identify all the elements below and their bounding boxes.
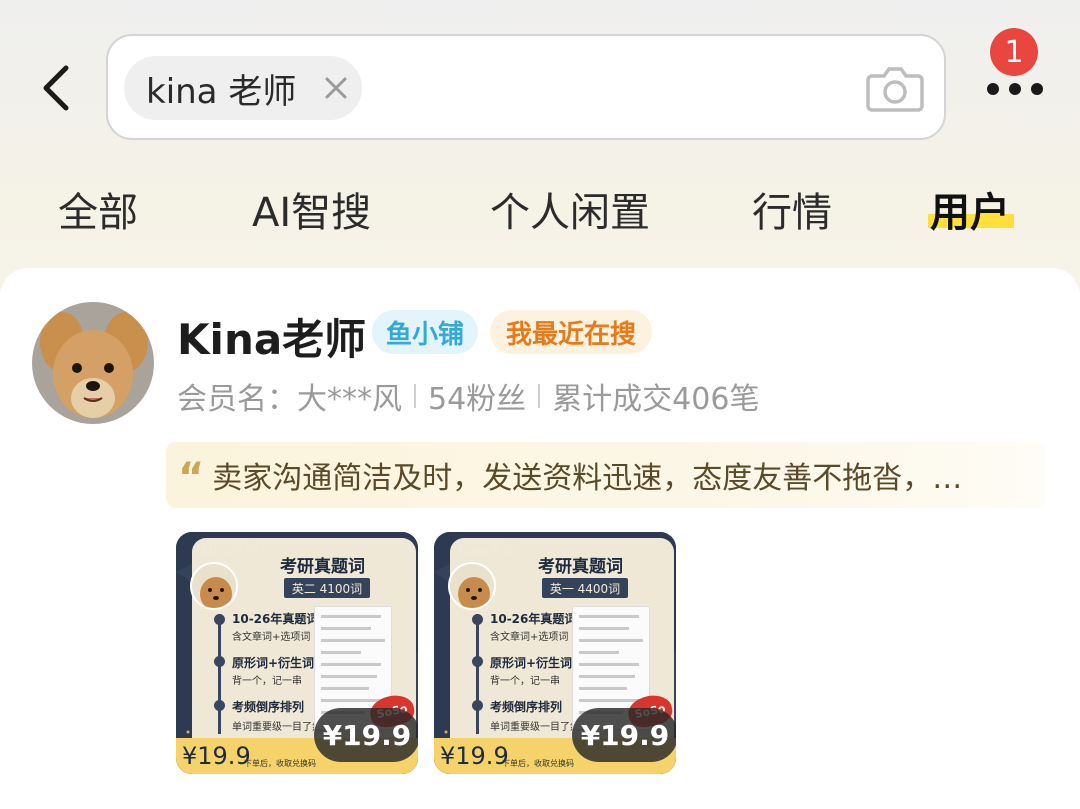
product-feature-desc: 单词重要级一目了然 [232, 722, 322, 733]
search-chip-label: kina 老师 [146, 71, 297, 112]
fans-count: 54粉丝 [428, 382, 527, 417]
product-price: ¥19.9 [314, 708, 418, 762]
timeline-dot [472, 614, 483, 625]
product-feature-desc: 背一个，记一串 [232, 676, 302, 687]
notification-badge: 1 [990, 28, 1038, 76]
product-subtitle: 英二 4100词 [284, 578, 370, 598]
product-title: 考研真题词 [280, 557, 365, 577]
product-feature: 原形词+衍生词 [232, 656, 315, 670]
tab-all-label: 全部 [58, 190, 138, 236]
product-thumbnail[interactable]: Kina老师 考研真题词 英二 4100词 10-26年真题词 含文章词+选项词… [176, 532, 418, 774]
deal-count: 累计成交406笔 [552, 382, 760, 417]
search-chip[interactable]: kina 老师 [124, 56, 362, 120]
product-feature-desc: 含文章词+选项词 [490, 632, 569, 643]
recent-search-tag: 我最近在搜 [490, 310, 652, 354]
product-feature-desc: 含文章词+选项词 [232, 632, 311, 643]
search-bar[interactable]: kina 老师 [106, 34, 946, 140]
tab-all[interactable]: 全部 [58, 180, 138, 238]
timeline-dot [472, 700, 483, 711]
user-result-card[interactable]: Kina老师 鱼小铺 我最近在搜 会员名：大***风 54粉丝 累计成交406笔… [0, 268, 1080, 809]
tab-ai-search-label: AI智搜 [252, 190, 372, 236]
timeline-line [476, 614, 479, 734]
more-dots-icon [987, 83, 1043, 95]
product-corner-price: ¥19.9 [182, 742, 251, 770]
tab-users-text: 用户 [930, 190, 1010, 236]
product-feature: 考频倒序排列 [232, 700, 305, 714]
product-avatar [190, 562, 238, 610]
product-avatar [448, 562, 496, 610]
product-feature: 10-26年真题词 [232, 612, 319, 626]
product-thumbnail[interactable]: Kina老师 考研真题词 英一 4400词 10-26年真题词 含文章词+选项词… [434, 532, 676, 774]
chevron-left-icon [43, 65, 69, 111]
product-note: 下单后，收取兑换码 [502, 759, 574, 768]
product-brand: Kina老师 [458, 543, 517, 559]
product-feature-desc: 单词重要级一目了然 [490, 722, 580, 733]
product-corner-price: ¥19.9 [440, 742, 509, 770]
user-meta: 会员名：大***风 54粉丝 累计成交406笔 [177, 374, 759, 418]
review-quote: “ 卖家沟通简洁及时，发送资料迅速，态度友善不拖沓，… [166, 442, 1046, 508]
tab-market-label: 行情 [752, 190, 832, 236]
timeline-dot [214, 656, 225, 667]
divider [414, 384, 416, 408]
timeline-dot [214, 700, 225, 711]
username[interactable]: Kina老师 [177, 306, 366, 367]
tab-personal-idle[interactable]: 个人闲置 [490, 180, 650, 238]
shop-tag[interactable]: 鱼小铺 [372, 310, 478, 354]
product-feature: 10-26年真题词 [490, 612, 577, 626]
search-tabs: 全部 AI智搜 个人闲置 行情 用户 [0, 180, 1080, 250]
product-price: ¥19.9 [572, 708, 676, 762]
close-icon[interactable] [322, 74, 350, 102]
product-brand: Kina老师 [200, 543, 259, 559]
timeline-line [218, 614, 221, 734]
timeline-dot [214, 614, 225, 625]
product-feature: 考频倒序排列 [490, 700, 563, 714]
timeline-dot [472, 656, 483, 667]
member-name: 会员名：大***风 [177, 382, 402, 417]
camera-icon[interactable] [866, 62, 924, 114]
tab-market[interactable]: 行情 [752, 180, 832, 238]
product-title: 考研真题词 [538, 557, 623, 577]
product-subtitle: 英一 4400词 [542, 578, 628, 598]
tab-personal-idle-label: 个人闲置 [490, 190, 650, 236]
product-feature-desc: 背一个，记一串 [490, 676, 560, 687]
tab-ai-search[interactable]: AI智搜 [252, 180, 371, 238]
divider [538, 384, 541, 408]
avatar[interactable] [32, 302, 154, 424]
back-button[interactable] [38, 62, 78, 114]
tab-users[interactable]: 用户 [928, 180, 1014, 238]
quote-icon: “ [178, 455, 205, 501]
product-feature: 原形词+衍生词 [490, 656, 573, 670]
review-text: 卖家沟通简洁及时，发送资料迅速，态度友善不拖沓，… [212, 461, 963, 496]
tab-users-label: 用户 [928, 180, 1014, 238]
product-note: 下单后，收取兑换码 [244, 759, 316, 768]
